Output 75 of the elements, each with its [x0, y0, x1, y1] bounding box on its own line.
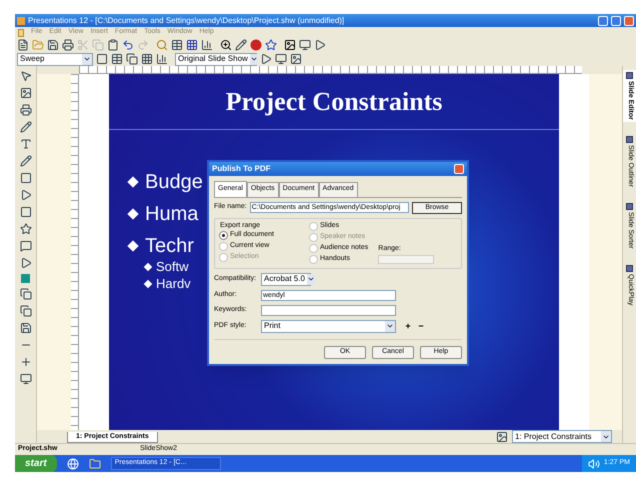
start-button[interactable]: start: [15, 455, 57, 472]
bullet-text: Huma: [145, 202, 198, 226]
rectangle-icon[interactable]: [20, 172, 32, 184]
monitor-icon[interactable]: [275, 53, 287, 65]
image-icon[interactable]: [20, 87, 32, 99]
table-icon[interactable]: [111, 53, 123, 65]
radio-button[interactable]: [310, 256, 317, 262]
new-document-icon[interactable]: [17, 39, 29, 51]
circle-icon[interactable]: [250, 39, 262, 51]
grid-icon[interactable]: [186, 39, 198, 51]
copy-icon[interactable]: [126, 53, 138, 65]
range-field[interactable]: [378, 254, 434, 264]
pdf-style-dropdown[interactable]: Print: [261, 320, 396, 333]
close-button[interactable]: [624, 16, 634, 26]
volume-icon[interactable]: [588, 458, 600, 470]
action-icon[interactable]: [20, 257, 32, 269]
table-icon[interactable]: [171, 39, 183, 51]
radio-button[interactable]: [220, 232, 227, 238]
shape-icon[interactable]: [20, 206, 32, 218]
play-icon[interactable]: [260, 53, 272, 65]
fill-color-icon[interactable]: [21, 274, 30, 283]
zoom-icon[interactable]: [220, 39, 232, 51]
minimize-button[interactable]: [598, 16, 608, 26]
callout-icon[interactable]: [20, 240, 32, 252]
pointer-icon[interactable]: [20, 70, 32, 82]
image-icon[interactable]: [290, 53, 302, 65]
document-icon: [18, 28, 24, 36]
caret-icon: [83, 55, 91, 63]
chart-icon[interactable]: [201, 39, 213, 51]
chart-icon[interactable]: [156, 53, 168, 65]
layers-icon[interactable]: [20, 288, 32, 300]
pen-icon[interactable]: [20, 121, 32, 133]
maximize-button[interactable]: [611, 16, 621, 26]
slideshow-dropdown[interactable]: Original Slide Show: [175, 52, 257, 66]
browser-icon[interactable]: [66, 458, 79, 470]
close-button[interactable]: [454, 164, 464, 174]
slide-title: Project Constraints: [226, 86, 442, 118]
square-icon[interactable]: [96, 53, 108, 65]
remove-button[interactable]: −: [416, 320, 426, 333]
folder-icon[interactable]: [88, 458, 101, 470]
dialog-title: Publish To PDF: [212, 163, 272, 175]
bullet-text: Hardv: [156, 275, 191, 292]
bullet-icon: [127, 176, 139, 188]
printer-icon[interactable]: [62, 39, 74, 51]
master-dropdown[interactable]: Sweep: [17, 52, 93, 66]
bullet-text: Budge: [145, 170, 203, 194]
bullet-icon: [144, 262, 152, 271]
slide-dropdown[interactable]: 1: Project Constraints: [512, 430, 612, 443]
app-icon: [17, 16, 25, 24]
save-icon[interactable]: [47, 39, 59, 51]
star-icon[interactable]: [20, 223, 32, 235]
play-icon[interactable]: [314, 39, 326, 51]
undo-icon[interactable]: [122, 39, 134, 51]
radio-button[interactable]: [310, 222, 317, 230]
layers-icon[interactable]: [20, 305, 32, 317]
bullet-text: Softw: [156, 258, 189, 275]
caret-icon: [250, 55, 258, 63]
image-icon[interactable]: [284, 39, 296, 51]
bullet-icon: [127, 240, 139, 252]
star-icon[interactable]: [265, 39, 277, 51]
clipboard-icon[interactable]: [107, 39, 119, 51]
bullet-icon: [144, 279, 152, 288]
radio-button[interactable]: [310, 244, 317, 252]
monitor-icon[interactable]: [299, 39, 311, 51]
window-title: Presentations 12 - [C:\Documents and Settings\wendy\Desktop\Project.shw (unmodified)]: [28, 14, 346, 26]
keywords-field[interactable]: [261, 304, 396, 316]
pencil-icon[interactable]: [235, 39, 247, 51]
add-button[interactable]: +: [403, 320, 413, 333]
bullet-text: Techr: [145, 234, 194, 258]
grid-icon[interactable]: [141, 53, 153, 65]
bullet-icon: [127, 208, 139, 220]
text-icon[interactable]: [20, 138, 32, 150]
caret-icon: [306, 275, 315, 283]
arrow-shape-icon[interactable]: [20, 189, 32, 201]
radio-button[interactable]: [220, 242, 227, 250]
